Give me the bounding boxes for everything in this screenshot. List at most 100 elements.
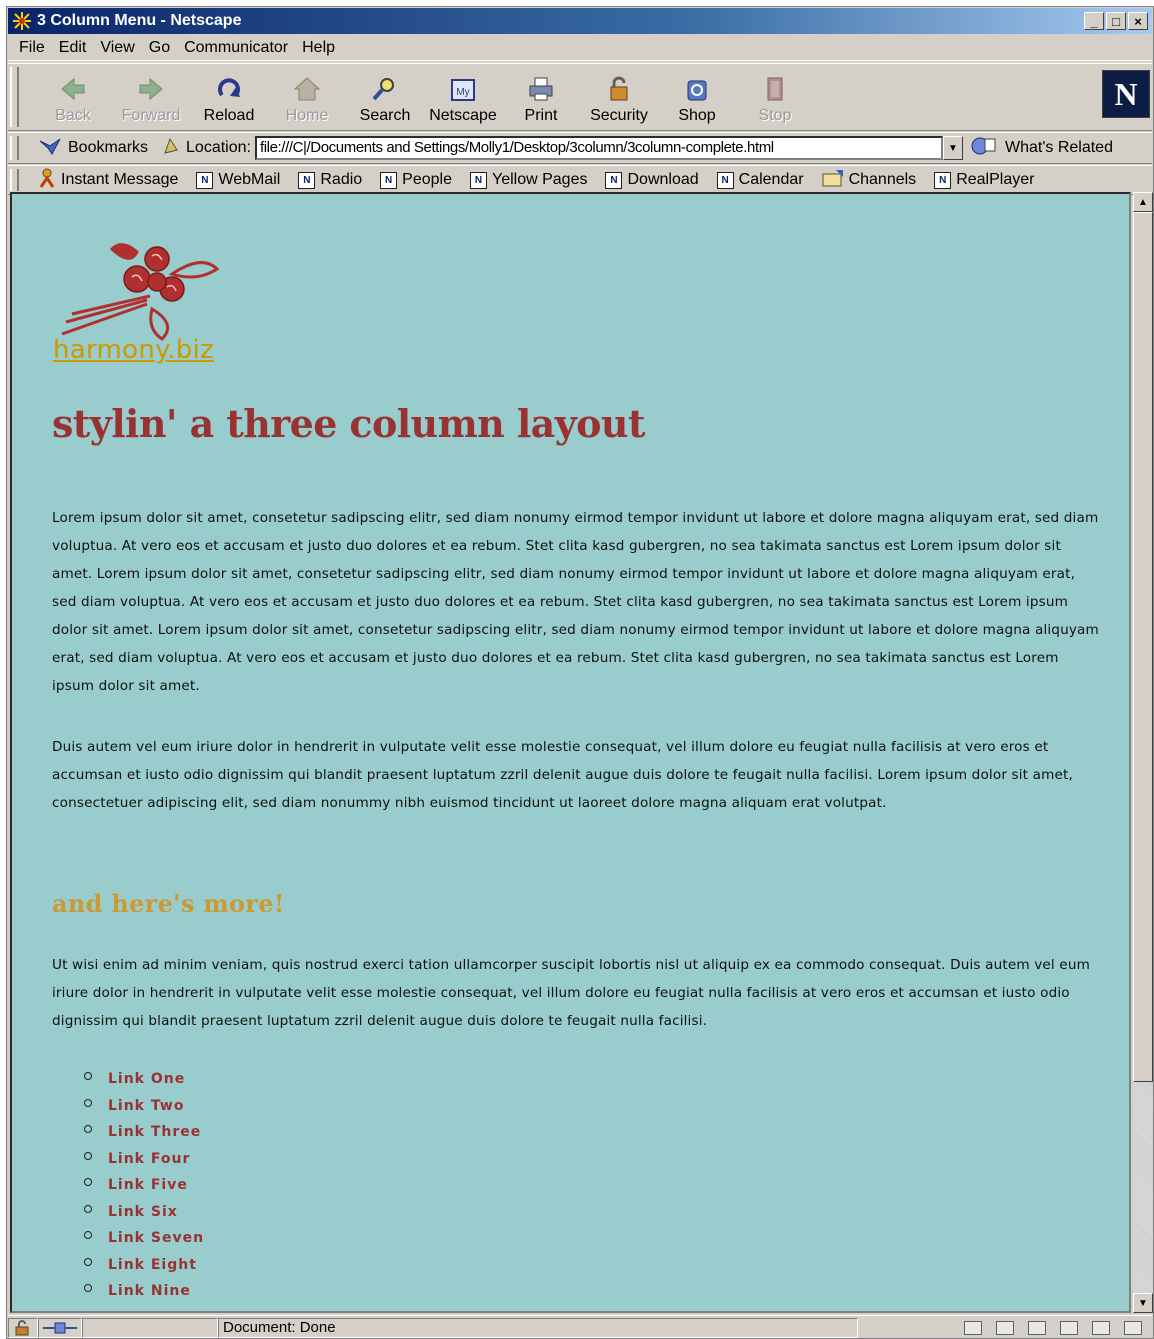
circle-bullet-icon — [84, 1284, 92, 1293]
maximize-button[interactable]: □ — [1106, 12, 1126, 30]
bookmark-page-icon: N — [298, 171, 316, 189]
list-item: Link Six — [84, 1199, 204, 1226]
connection-status-icon — [38, 1317, 82, 1338]
scroll-up-button[interactable]: ▲ — [1133, 192, 1153, 212]
home-icon — [291, 74, 323, 104]
reload-icon — [213, 74, 245, 104]
yellow-pages-button[interactable]: N Yellow Pages — [470, 171, 587, 189]
realplayer-button[interactable]: N RealPlayer — [934, 171, 1034, 189]
stop-button[interactable]: Stop — [736, 68, 814, 128]
paragraph-1: Lorem ipsum dolor sit amet, consetetur s… — [52, 510, 1099, 694]
roses-logo-icon[interactable] — [52, 234, 232, 344]
netscape-logo[interactable]: N — [1102, 70, 1150, 118]
circle-bullet-icon — [84, 1204, 92, 1213]
link-five[interactable]: Link Five — [108, 1177, 188, 1193]
reload-button[interactable]: Reload — [190, 68, 268, 128]
url-input[interactable]: file:///C|/Documents and Settings/Molly1… — [254, 136, 943, 160]
scroll-thumb[interactable] — [1133, 212, 1153, 1082]
link-list: Link One Link Two Link Three Link Four L… — [84, 1066, 204, 1305]
close-button[interactable]: × — [1128, 12, 1148, 30]
link-eight[interactable]: Link Eight — [108, 1257, 197, 1273]
menu-bar: File Edit View Go Communicator Help — [8, 35, 1152, 61]
list-item: Link Eight — [84, 1252, 204, 1279]
search-icon — [369, 74, 401, 104]
link-six[interactable]: Link Six — [108, 1204, 178, 1220]
menu-edit[interactable]: Edit — [52, 39, 94, 57]
security-lock-icon — [603, 74, 635, 104]
list-item: Link Five — [84, 1172, 204, 1199]
logo-link[interactable]: harmony.biz — [53, 335, 214, 365]
bookmark-page-icon: N — [934, 171, 952, 189]
url-dropdown-button[interactable]: ▼ — [942, 136, 963, 160]
link-nine[interactable]: Link Nine — [108, 1283, 191, 1299]
bookmarks-button[interactable]: Bookmarks — [38, 137, 148, 160]
vertical-scrollbar[interactable]: ▲ ▼ — [1133, 192, 1153, 1313]
back-button[interactable]: Back — [34, 68, 112, 128]
toolbar-grip[interactable] — [10, 67, 19, 127]
people-button[interactable]: N People — [380, 171, 452, 189]
composer-icon[interactable] — [1092, 1320, 1110, 1335]
circle-bullet-icon — [84, 1231, 92, 1240]
instant-message-label: Instant Message — [61, 171, 179, 188]
menu-go[interactable]: Go — [142, 39, 177, 57]
forward-button[interactable]: Forward — [112, 68, 190, 128]
channels-button[interactable]: Channels — [822, 169, 917, 192]
radio-label: Radio — [320, 171, 363, 188]
menu-view[interactable]: View — [93, 39, 141, 57]
minimize-button[interactable]: _ — [1084, 12, 1104, 30]
paragraph-2: Duis autem vel eum iriure dolor in hendr… — [52, 739, 1073, 811]
whats-related-icon — [971, 136, 999, 161]
shop-label: Shop — [678, 107, 716, 124]
status-text: Document: Done — [218, 1317, 858, 1338]
security-status-icon[interactable] — [8, 1317, 38, 1338]
personal-toolbar: Instant Message N WebMail N Radio N Peop… — [8, 165, 1152, 195]
webmail-button[interactable]: N WebMail — [196, 171, 280, 189]
bookmarks-icon — [38, 137, 62, 160]
navigator-icon[interactable] — [996, 1320, 1014, 1335]
forward-arrow-icon — [135, 74, 167, 104]
radio-button[interactable]: N Radio — [298, 171, 362, 189]
link-two[interactable]: Link Two — [108, 1098, 184, 1114]
forward-label: Forward — [121, 107, 181, 124]
calendar-button[interactable]: N Calendar — [716, 171, 804, 189]
toolbar-grip[interactable] — [10, 136, 19, 160]
discussion-icon[interactable] — [1060, 1320, 1078, 1335]
menu-file[interactable]: File — [12, 39, 52, 57]
component-bar-icon[interactable] — [964, 1320, 982, 1335]
yellow-pages-label: Yellow Pages — [492, 171, 588, 188]
channels-label: Channels — [848, 171, 917, 188]
title-bar[interactable]: 3 Column Menu - Netscape _ □ × — [8, 8, 1152, 34]
page-content: harmony.biz stylin' a three column layou… — [10, 192, 1131, 1313]
page-proxy-icon[interactable] — [162, 137, 180, 160]
print-button[interactable]: Print — [502, 68, 580, 128]
circle-bullet-icon — [84, 1072, 92, 1081]
instant-message-button[interactable]: Instant Message — [38, 168, 178, 193]
location-toolbar: Bookmarks Location: file:///C|/Documents… — [8, 132, 1152, 164]
link-seven[interactable]: Link Seven — [108, 1230, 204, 1246]
home-button[interactable]: Home — [268, 68, 346, 128]
circle-bullet-icon — [84, 1125, 92, 1134]
shop-button[interactable]: Shop — [658, 68, 736, 128]
search-button[interactable]: Search — [346, 68, 424, 128]
whats-related-button[interactable]: What's Related — [971, 136, 1113, 161]
download-button[interactable]: N Download — [605, 171, 699, 189]
scroll-down-button[interactable]: ▼ — [1133, 1293, 1153, 1313]
netscape-button[interactable]: My Netscape — [424, 68, 502, 128]
location-label: Location: — [162, 137, 251, 160]
mail-icon[interactable] — [1028, 1320, 1046, 1335]
channels-folder-icon — [822, 169, 844, 192]
bookmark-page-icon: N — [196, 171, 214, 189]
bookmark-page-icon: N — [605, 171, 623, 189]
menu-communicator[interactable]: Communicator — [177, 39, 295, 57]
toolbar-grip[interactable] — [10, 169, 19, 191]
link-three[interactable]: Link Three — [108, 1124, 201, 1140]
list-item: Link Three — [84, 1119, 204, 1146]
edit-pencil-icon[interactable] — [1124, 1320, 1142, 1335]
progress-area — [82, 1317, 218, 1338]
link-four[interactable]: Link Four — [108, 1151, 190, 1167]
people-label: People — [402, 171, 452, 188]
back-label: Back — [55, 107, 91, 124]
menu-help[interactable]: Help — [295, 39, 342, 57]
link-one[interactable]: Link One — [108, 1071, 185, 1087]
security-button[interactable]: Security — [580, 68, 658, 128]
